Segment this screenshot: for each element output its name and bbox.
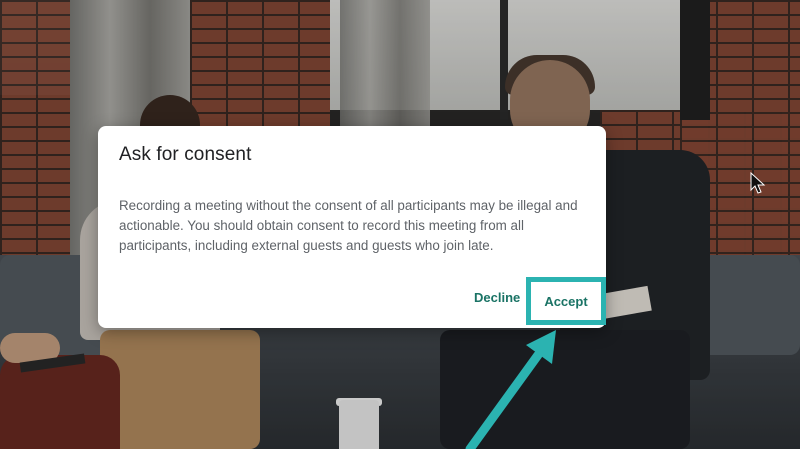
dialog-title: Ask for consent <box>119 144 252 165</box>
accept-button[interactable]: Accept <box>531 282 601 320</box>
decline-button[interactable]: Decline <box>470 284 524 311</box>
dialog-message: Recording a meeting without the consent … <box>119 198 578 253</box>
accept-highlight: Accept <box>526 277 606 325</box>
